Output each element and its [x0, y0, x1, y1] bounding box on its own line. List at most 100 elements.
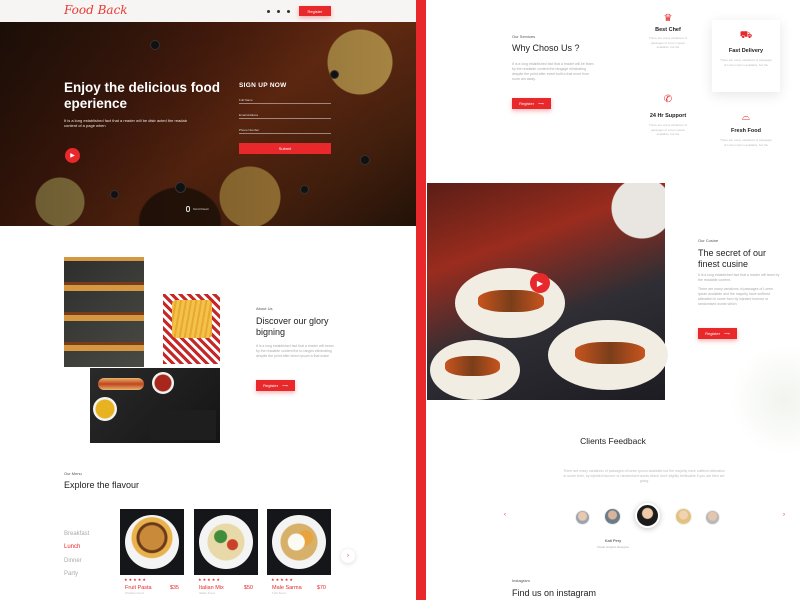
cuisine-register-label: Register — [705, 331, 721, 336]
food-card-male-sarma[interactable]: ★★★★★ Male Sarma $70 Turk Food — [267, 509, 331, 600]
cuisine-text-1: It is a long established fact that a rea… — [698, 273, 780, 282]
hotdog-shape — [98, 378, 144, 390]
menu-title: Explore the flavour — [64, 480, 140, 490]
reviewer-role: Visual Graphic Designer — [596, 545, 630, 549]
about-register-button[interactable]: Register ⟶ — [256, 380, 295, 391]
submit-button[interactable]: Submit — [239, 143, 331, 154]
play-icon: ▶ — [536, 278, 544, 288]
service-name: Best Chef — [655, 27, 681, 33]
tortilla-filling — [575, 342, 645, 364]
divider-stripe — [416, 0, 426, 600]
feedback-prev-icon[interactable]: ‹ — [504, 512, 506, 518]
email-field[interactable]: Email Address — [239, 111, 331, 119]
food-price: $50 — [243, 585, 253, 591]
food-price: $70 — [316, 585, 326, 591]
tortilla-filling — [445, 356, 500, 376]
food-card-fruit-pasta[interactable]: ★★★★★ Fruit Pasta $35 Chicken Food — [120, 509, 184, 600]
food-category: Turk Food — [272, 591, 286, 595]
feedback-text: There are many variations of passages of… — [563, 469, 725, 483]
burgers-photo — [64, 257, 144, 367]
cuisine-play-button[interactable]: ▶ — [530, 273, 550, 293]
brand-logo[interactable]: Food Back — [64, 3, 128, 17]
reviewer-name: Kati Pery — [604, 538, 622, 543]
food-price: $35 — [169, 585, 179, 591]
napkin — [150, 410, 216, 440]
fries-cone — [172, 300, 212, 338]
arrow-right-icon: ⟶ — [282, 383, 288, 388]
nav-register-button[interactable]: Register — [299, 6, 331, 16]
delivery-scooter-icon: ⛟ — [739, 30, 753, 41]
24hr-support-icon: ✆ — [663, 94, 673, 105]
cuisine-text-2: There are many variations of passages of… — [698, 287, 774, 306]
pizza-olive — [150, 40, 160, 50]
client-avatar[interactable] — [575, 510, 590, 525]
pizza-olive — [175, 182, 186, 193]
category-lunch[interactable]: Lunch — [64, 544, 80, 550]
food-image — [120, 509, 184, 575]
food-card-italian-mix[interactable]: ★★★★★ Italian Mix $50 Italian Food — [194, 509, 258, 600]
services-title: Why Choso Us ? — [512, 43, 580, 53]
nav-dot-icon[interactable] — [267, 10, 270, 13]
cuisine-register-button[interactable]: Register ⟶ — [698, 328, 737, 339]
nav-dot-icon[interactable] — [277, 10, 280, 13]
chef-hat-icon: ♛ — [663, 13, 673, 24]
mustard-bowl — [93, 397, 117, 421]
client-avatar[interactable] — [675, 508, 692, 525]
service-description: There are many variations of passages of… — [648, 123, 688, 136]
category-party[interactable]: Party — [64, 571, 78, 577]
instagram-title: Find us on instagram — [512, 588, 597, 598]
services-subtitle: Our Services — [512, 34, 536, 39]
phone-field[interactable]: Phone Number — [239, 126, 331, 134]
hero-play-button[interactable]: ▶ — [65, 148, 80, 163]
services-register-label: Register — [519, 101, 535, 106]
about-description: It is a long established fact that a rea… — [256, 344, 334, 358]
instagram-subtitle: Instagram — [512, 578, 530, 583]
about-title: Discover our glory bigning — [256, 316, 329, 337]
hero-description: It is a long established fact that a rea… — [64, 118, 187, 128]
food-image — [267, 509, 331, 575]
mouse-icon — [186, 206, 190, 212]
food-category: Chicken Food — [125, 591, 144, 595]
play-icon: ▶ — [70, 153, 75, 159]
service-name: Fresh Food — [731, 128, 761, 134]
client-avatar[interactable] — [705, 510, 720, 525]
about-register-label: Register — [263, 383, 279, 388]
cuisine-title: The secret of our finest cusine — [698, 248, 767, 269]
services-register-button[interactable]: Register ⟶ — [512, 98, 551, 109]
arrow-right-icon: ⟶ — [538, 101, 544, 106]
category-dinner[interactable]: Dinner — [64, 558, 82, 564]
chevron-right-icon: › — [347, 553, 349, 559]
service-description: There are many variations of passages of… — [648, 36, 688, 49]
feedback-next-icon[interactable]: › — [783, 512, 785, 518]
service-card-fresh-food: ⌓ Fresh Food There are many variations o… — [712, 108, 780, 164]
decorative-salad — [730, 345, 800, 455]
service-description: There are many variations of passages of… — [720, 58, 772, 67]
hero-overlay — [0, 22, 416, 226]
category-breakfast[interactable]: Breakfast — [64, 531, 89, 537]
pizza-olive — [330, 70, 339, 79]
service-card-24hr-support: ✆ 24 Hr Support There are many variation… — [640, 88, 696, 146]
salad-plate — [199, 515, 253, 569]
food-category: Italian Food — [199, 591, 215, 595]
tortilla-filling — [478, 290, 544, 312]
sauce-bowl — [152, 372, 174, 394]
top-navbar — [0, 0, 416, 22]
pizza-olive — [360, 155, 370, 165]
about-subtitle: About Us — [256, 306, 273, 311]
burger-plate — [125, 515, 179, 569]
hero-title: Enjoy the delicious food eperience — [64, 80, 221, 111]
nav-dot-icon[interactable] — [287, 10, 290, 13]
services-description: It is a long established fact that a rea… — [512, 62, 594, 81]
cloche-icon: ⌓ — [742, 112, 750, 123]
scroll-down[interactable]: Scroll Down — [186, 206, 209, 212]
service-description: There are many variations of passages of… — [720, 138, 772, 147]
menu-next-button[interactable]: › — [341, 549, 355, 563]
arrow-right-icon: ⟶ — [724, 331, 730, 336]
client-avatar-active[interactable] — [635, 503, 660, 528]
service-name: 24 Hr Support — [649, 113, 687, 119]
client-avatar[interactable] — [604, 508, 621, 525]
full-name-field[interactable]: Full Name — [239, 96, 331, 104]
pizza-olive — [300, 185, 309, 194]
menu-subtitle: Our Menu — [64, 471, 82, 476]
service-card-best-chef: ♛ Best Chef There are many variations of… — [640, 8, 696, 64]
